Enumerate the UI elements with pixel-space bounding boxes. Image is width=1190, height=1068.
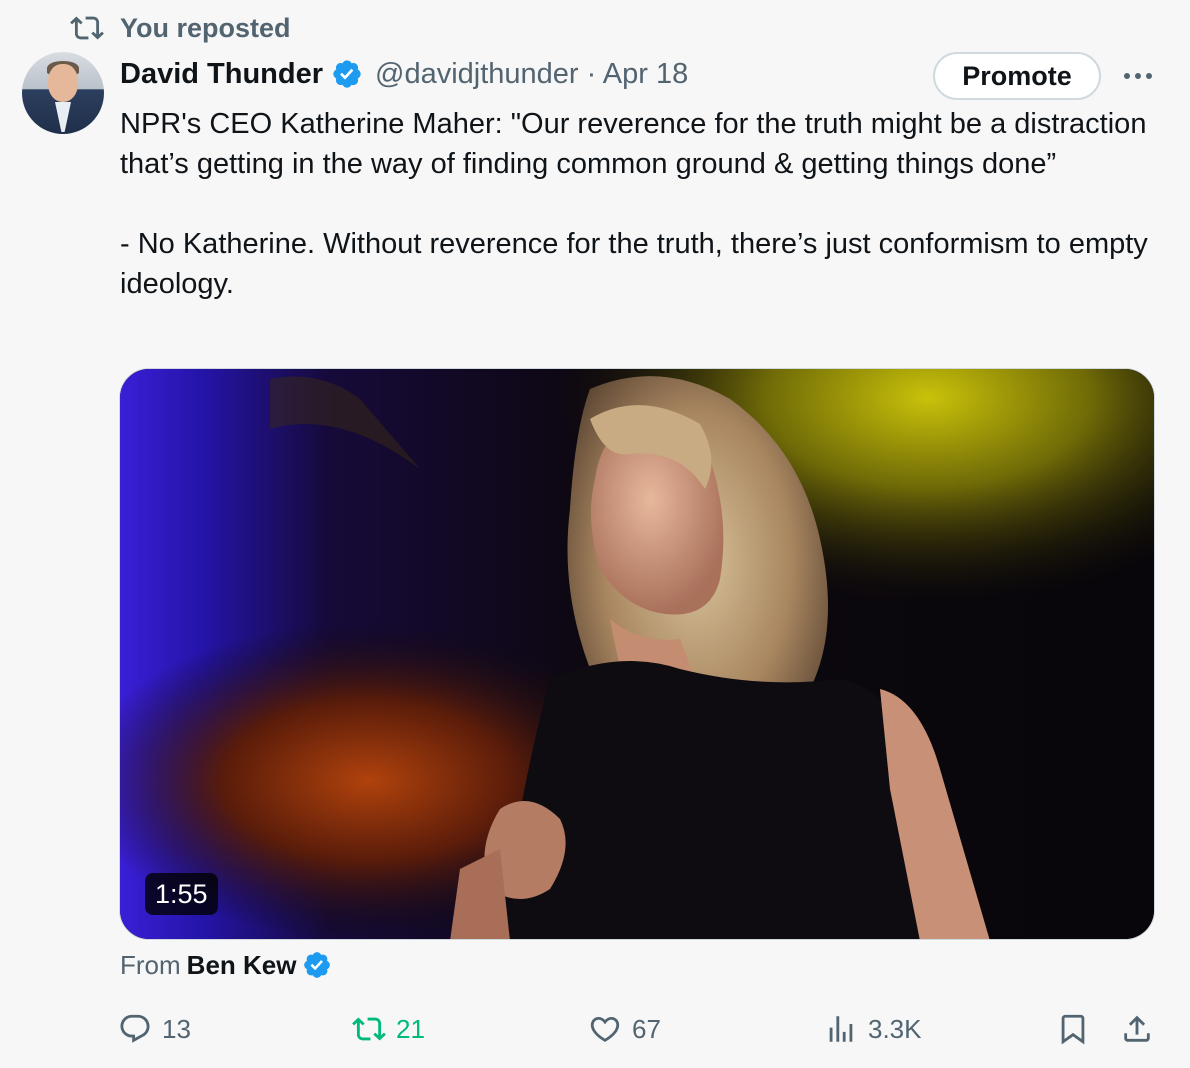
share-button[interactable] [1120, 1010, 1154, 1048]
repost-button[interactable]: 21 [352, 1010, 425, 1048]
tweet-text: NPR's CEO Katherine Maher: "Our reverenc… [120, 104, 1160, 304]
verified-badge-icon[interactable] [331, 58, 363, 90]
attribution-source-name[interactable]: Ben Kew [187, 950, 297, 981]
reply-button[interactable]: 13 [118, 1010, 191, 1048]
video-duration-badge: 1:55 [145, 873, 218, 915]
views-icon [829, 1016, 853, 1042]
reply-count: 13 [162, 1013, 191, 1044]
repost-banner-text: You reposted [120, 12, 291, 43]
repost-count: 21 [396, 1013, 425, 1044]
view-count: 3.3K [868, 1013, 922, 1044]
video-frame [120, 369, 1154, 939]
tweet-paragraph: - No Katherine. Without reverence for th… [120, 228, 1148, 300]
heart-icon [590, 1016, 620, 1042]
like-button[interactable]: 67 [588, 1010, 661, 1048]
verified-badge-icon [304, 952, 331, 978]
promote-button[interactable]: Promote [933, 52, 1101, 100]
attribution-prefix: From [120, 949, 181, 980]
repost-banner: You reposted [70, 10, 291, 46]
views-button[interactable]: 3.3K [824, 1010, 922, 1048]
tweet-header: David Thunder @davidjthunder · Apr 18 [120, 52, 688, 96]
tweet-paragraph: NPR's CEO Katherine Maher: "Our reverenc… [120, 108, 1147, 180]
share-icon [1124, 1015, 1150, 1042]
reply-icon [120, 1014, 150, 1043]
like-count: 67 [632, 1013, 661, 1044]
avatar[interactable] [22, 52, 104, 134]
video-attribution: From Ben Kew [120, 948, 332, 982]
repost-icon [70, 16, 104, 40]
more-options-icon[interactable] [1118, 58, 1158, 94]
bookmark-icon [1061, 1014, 1085, 1045]
bookmark-button[interactable] [1056, 1010, 1090, 1048]
repost-icon [352, 1017, 386, 1041]
author-display-name[interactable]: David Thunder [120, 58, 323, 91]
video-player[interactable]: 1:55 [119, 368, 1155, 940]
author-handle-date[interactable]: @davidjthunder · Apr 18 [375, 58, 688, 91]
